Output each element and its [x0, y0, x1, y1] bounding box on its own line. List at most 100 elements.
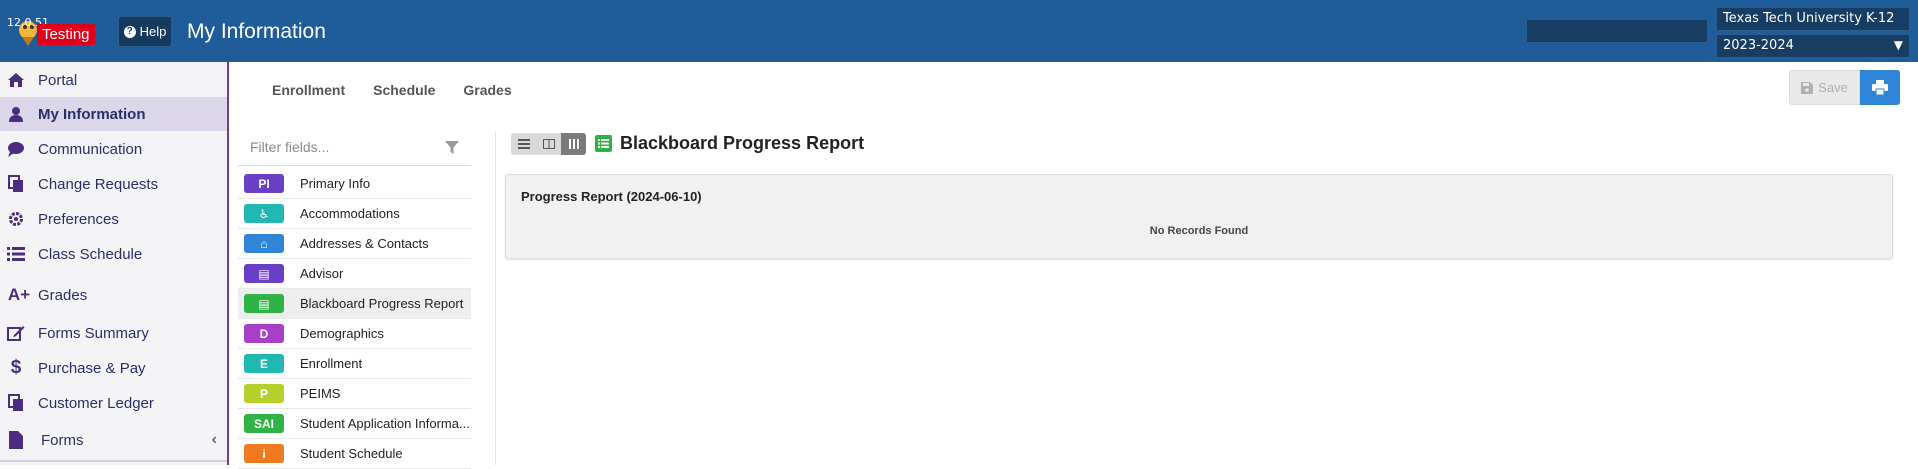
floppy-disk-icon — [1801, 81, 1814, 94]
divider — [495, 132, 496, 465]
list-icon — [5, 246, 27, 262]
list-view-icon[interactable] — [511, 133, 536, 155]
view-mode-toggle — [511, 133, 586, 155]
sidebar-item-label: Forms — [41, 431, 84, 449]
field-label: Accommodations — [300, 206, 400, 221]
home-icon — [5, 72, 27, 88]
sidebar-item-label: Portal — [38, 71, 78, 89]
sidebar-item-grades[interactable]: A+ Grades — [0, 278, 227, 312]
tab-enrollment[interactable]: Enrollment — [272, 82, 345, 98]
three-column-view-icon[interactable] — [561, 133, 586, 155]
field-item-accommodations[interactable]: ♿ Accommodations — [238, 199, 471, 229]
sidebar-item-label: Class Schedule — [38, 245, 143, 263]
save-button[interactable]: Save — [1789, 70, 1860, 105]
info-icon: i — [244, 444, 284, 463]
sidebar-item-portal[interactable]: Portal — [0, 63, 227, 97]
chat-bubble-icon — [5, 141, 27, 157]
field-badge: D — [244, 324, 284, 343]
field-item-peims[interactable]: P PEIMS — [238, 379, 471, 409]
help-button[interactable]: ? Help — [118, 16, 172, 47]
sidebar-item-label: My Information — [38, 105, 146, 123]
sidebar-item-forms-summary[interactable]: Forms Summary — [0, 316, 227, 350]
field-label: Student Schedule — [300, 446, 403, 461]
edit-form-icon — [5, 325, 27, 341]
filter-fields-input[interactable] — [250, 139, 430, 155]
sidebar-item-forms[interactable]: Forms ‹ — [0, 423, 227, 457]
school-year-select[interactable]: 2023-2024 ▼ — [1716, 34, 1910, 58]
field-item-advisor[interactable]: ▤ Advisor — [238, 259, 471, 289]
chevron-left-icon[interactable]: ‹ — [212, 431, 217, 449]
save-label: Save — [1818, 80, 1848, 95]
section-tabs: Enrollment Schedule Grades — [272, 82, 512, 98]
question-circle-icon: ? — [123, 25, 136, 38]
field-label: Enrollment — [300, 356, 363, 371]
sidebar-item-label: Customer Ledger — [38, 394, 154, 412]
id-card-icon: ▤ — [244, 264, 284, 283]
home-icon: ⌂ — [244, 234, 284, 253]
sidebar-item-label: Change Requests — [38, 175, 159, 193]
sidebar-item-my-information[interactable]: My Information — [0, 97, 227, 131]
list-alt-icon: ▤ — [244, 294, 284, 313]
field-badge: PI — [244, 174, 284, 193]
field-item-blackboard-progress-report[interactable]: ▤ Blackboard Progress Report — [238, 289, 471, 319]
sidebar-divider — [0, 460, 227, 462]
tab-grades[interactable]: Grades — [463, 82, 511, 98]
field-label: Demographics — [300, 326, 384, 341]
section-title: Blackboard Progress Report — [620, 133, 865, 153]
progress-report-panel: Progress Report (2024-06-10) No Records … — [505, 174, 1893, 259]
sidebar-item-label: Purchase & Pay — [38, 359, 146, 377]
sidebar-item-class-schedule[interactable]: Class Schedule — [0, 237, 227, 271]
user-icon — [5, 106, 27, 122]
file-icon — [5, 431, 27, 449]
tab-schedule[interactable]: Schedule — [373, 82, 435, 98]
field-badge: SAI — [244, 414, 284, 433]
sidebar-item-label: Communication — [38, 140, 143, 158]
help-label: Help — [139, 24, 167, 39]
sidebar-item-purchase-pay[interactable]: $ Purchase & Pay — [0, 351, 227, 385]
field-label: Blackboard Progress Report — [300, 296, 464, 311]
field-item-primary-info[interactable]: PI Primary Info — [238, 169, 471, 199]
field-badge: P — [244, 384, 284, 403]
a-plus-icon: A+ — [7, 285, 31, 304]
page-title: My Information — [187, 20, 326, 43]
field-item-enrollment[interactable]: E Enrollment — [238, 349, 471, 379]
empty-state-message: No Records Found — [1149, 225, 1249, 237]
field-item-demographics[interactable]: D Demographics — [238, 319, 471, 349]
copy-document-icon — [5, 394, 27, 412]
environment-badge: Testing — [37, 24, 95, 45]
print-button[interactable] — [1860, 70, 1900, 105]
sidebar-item-label: Preferences — [38, 210, 119, 228]
sidebar-item-label: Forms Summary — [38, 324, 149, 342]
dollar-icon: $ — [10, 357, 22, 378]
printer-icon — [1872, 80, 1888, 95]
filter-funnel-icon[interactable] — [445, 141, 459, 155]
field-list: PI Primary Info ♿ Accommodations ⌂ Addre… — [238, 169, 471, 469]
sidebar-item-customer-ledger[interactable]: Customer Ledger — [0, 386, 227, 420]
header-search-input[interactable] — [1526, 19, 1708, 43]
two-column-view-icon[interactable] — [536, 133, 561, 155]
sidebar-item-label: Grades — [38, 286, 88, 304]
field-label: Primary Info — [300, 176, 371, 191]
sidebar-item-preferences[interactable]: Preferences — [0, 202, 227, 236]
field-badge: E — [244, 354, 284, 373]
dropdown-caret-icon: ▼ — [1893, 38, 1903, 52]
gear-icon — [5, 211, 27, 227]
list-alt-icon — [595, 135, 612, 152]
field-label: Addresses & Contacts — [300, 236, 429, 251]
sidebar: Portal My Information Communication Chan… — [0, 62, 229, 465]
school-year-value: 2023-2024 — [1723, 38, 1794, 53]
section-heading: Blackboard Progress Report — [595, 133, 864, 154]
sidebar-item-communication[interactable]: Communication — [0, 132, 227, 166]
field-item-addresses-contacts[interactable]: ⌂ Addresses & Contacts — [238, 229, 471, 259]
wheelchair-icon: ♿ — [244, 204, 284, 223]
sidebar-item-change-requests[interactable]: Change Requests — [0, 167, 227, 201]
field-label: PEIMS — [300, 386, 341, 401]
top-bar: 12.0.51 Testing ? Help My Information Te… — [0, 0, 1918, 62]
panel-title: Progress Report (2024-06-10) — [521, 189, 702, 204]
field-label: Advisor — [300, 266, 344, 281]
organization-select[interactable]: Texas Tech University K-12 — [1716, 7, 1910, 31]
copy-document-icon — [5, 175, 27, 193]
field-item-student-application-information[interactable]: SAI Student Application Informa... — [238, 409, 471, 439]
field-label: Student Application Informa... — [300, 416, 470, 431]
filter-fields — [238, 132, 471, 166]
